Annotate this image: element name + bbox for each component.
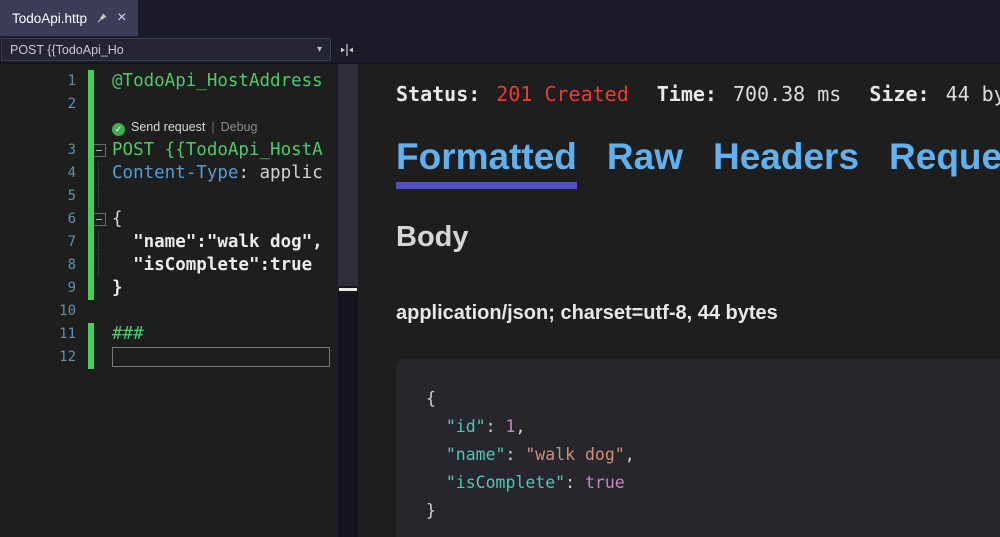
code-text: } <box>112 277 338 300</box>
code-text: { <box>112 208 338 231</box>
editor-scrollbar[interactable] <box>338 64 358 537</box>
chevron-down-icon: ▾ <box>311 44 322 55</box>
scrollbar-thumb[interactable] <box>338 64 358 286</box>
editor-line[interactable]: 12 <box>0 346 338 369</box>
split-view-icon[interactable] <box>339 42 355 58</box>
line-number: 8 <box>0 254 86 277</box>
fold-collapse-icon[interactable]: − <box>93 144 106 157</box>
code-text: "isComplete":true <box>112 254 338 277</box>
editor-line[interactable]: 10 <box>0 300 338 323</box>
status-value: 201 Created <box>496 82 628 106</box>
editor-line[interactable]: 7 "name":"walk dog", <box>0 231 338 254</box>
pin-icon[interactable] <box>96 12 108 24</box>
tab-todoapi-http[interactable]: TodoApi.http × <box>0 0 138 36</box>
size-value: 44 bytes <box>946 82 1000 106</box>
request-selector-value: POST {{TodoApi_Ho <box>10 43 124 57</box>
line-number: 1 <box>0 70 86 93</box>
code-text <box>112 300 338 323</box>
body-heading: Body <box>396 221 1000 254</box>
editor-line[interactable]: 5 <box>0 185 338 208</box>
code-text: "name":"walk dog", <box>112 231 338 254</box>
editor-line[interactable]: 4 Content-Type: applic <box>0 162 338 185</box>
line-number: 9 <box>0 277 86 300</box>
check-circle-icon: ✓ <box>112 123 125 136</box>
codelens-row: ✓ Send request | Debug <box>0 116 338 139</box>
editor-line[interactable]: 3 − POST {{TodoApi_HostA <box>0 139 338 162</box>
response-tabs: Formatted Raw Headers Request <box>396 136 1000 189</box>
close-icon[interactable]: × <box>117 10 126 26</box>
main-area: 1 @TodoApi_HostAddress 2 ✓ Send request | D… <box>0 64 1000 537</box>
codelens-content: ✓ Send request | Debug <box>112 116 338 139</box>
line-number: 10 <box>0 300 86 323</box>
tab-title: TodoApi.http <box>12 11 87 26</box>
response-body-json: { "id": 1, "name": "walk dog", "isComple… <box>396 359 1000 537</box>
status-label: Status: <box>396 82 480 106</box>
code-text <box>112 346 338 369</box>
line-number: 2 <box>0 93 86 116</box>
size-label: Size: <box>869 82 929 106</box>
tab-raw[interactable]: Raw <box>607 136 683 189</box>
scrollbar-caret-marker <box>339 288 357 291</box>
editor-line[interactable]: 9 } <box>0 277 338 300</box>
editor-line[interactable]: 2 <box>0 93 338 116</box>
line-number <box>0 116 86 139</box>
http-editor-pane[interactable]: 1 @TodoApi_HostAddress 2 ✓ Send request | D… <box>0 64 358 537</box>
vs-http-editor-window: TodoApi.http × POST {{TodoApi_Ho ▾ 1 @To… <box>0 0 1000 537</box>
current-line-indicator <box>112 347 330 367</box>
line-number: 11 <box>0 323 86 346</box>
code-text: ### <box>112 323 338 346</box>
debug-link[interactable]: Debug <box>221 120 258 134</box>
track-changes-bar <box>88 323 94 369</box>
json-line: "isComplete": true <box>426 469 990 497</box>
code-text <box>112 93 338 116</box>
line-number: 5 <box>0 185 86 208</box>
line-number: 7 <box>0 231 86 254</box>
editor-line[interactable]: 11 ### <box>0 323 338 346</box>
tab-request[interactable]: Request <box>889 136 1000 189</box>
editor-line[interactable]: 1 @TodoApi_HostAddress <box>0 70 338 93</box>
code-text <box>112 185 338 208</box>
time-label: Time: <box>657 82 717 106</box>
track-changes-bar <box>88 70 94 300</box>
line-number: 4 <box>0 162 86 185</box>
gutter <box>86 300 112 323</box>
editor-line[interactable]: 8 "isComplete":true <box>0 254 338 277</box>
editor-line[interactable]: 6 − { <box>0 208 338 231</box>
line-number: 3 <box>0 139 86 162</box>
code-text: @TodoApi_HostAddress <box>112 70 338 93</box>
request-selector-dropdown[interactable]: POST {{TodoApi_Ho ▾ <box>1 38 331 61</box>
json-line: "id": 1, <box>426 413 990 441</box>
json-line: } <box>426 497 990 525</box>
line-number: 12 <box>0 346 86 369</box>
fold-collapse-icon[interactable]: − <box>93 213 106 226</box>
json-line: { <box>426 385 990 413</box>
content-type-line: application/json; charset=utf-8, 44 byte… <box>396 302 1000 325</box>
line-number: 6 <box>0 208 86 231</box>
tab-formatted[interactable]: Formatted <box>396 136 577 189</box>
tab-bar: TodoApi.http × <box>0 0 1000 36</box>
response-status-row: Status: 201 Created Time: 700.38 ms Size: 44 … <box>396 82 1000 106</box>
send-request-link[interactable]: Send request <box>131 120 205 134</box>
time-value: 700.38 ms <box>733 82 841 106</box>
editor-toolbar: POST {{TodoApi_Ho ▾ <box>0 36 1000 64</box>
json-line: "name": "walk dog", <box>426 441 990 469</box>
tab-headers[interactable]: Headers <box>713 136 859 189</box>
codelens-separator: | <box>211 120 214 134</box>
toolbar-left: POST {{TodoApi_Ho ▾ <box>0 36 358 63</box>
response-pane: Status: 201 Created Time: 700.38 ms Size: 44 … <box>358 64 1000 537</box>
code-text: Content-Type: applic <box>112 162 338 185</box>
code-text: POST {{TodoApi_HostA <box>112 139 338 162</box>
